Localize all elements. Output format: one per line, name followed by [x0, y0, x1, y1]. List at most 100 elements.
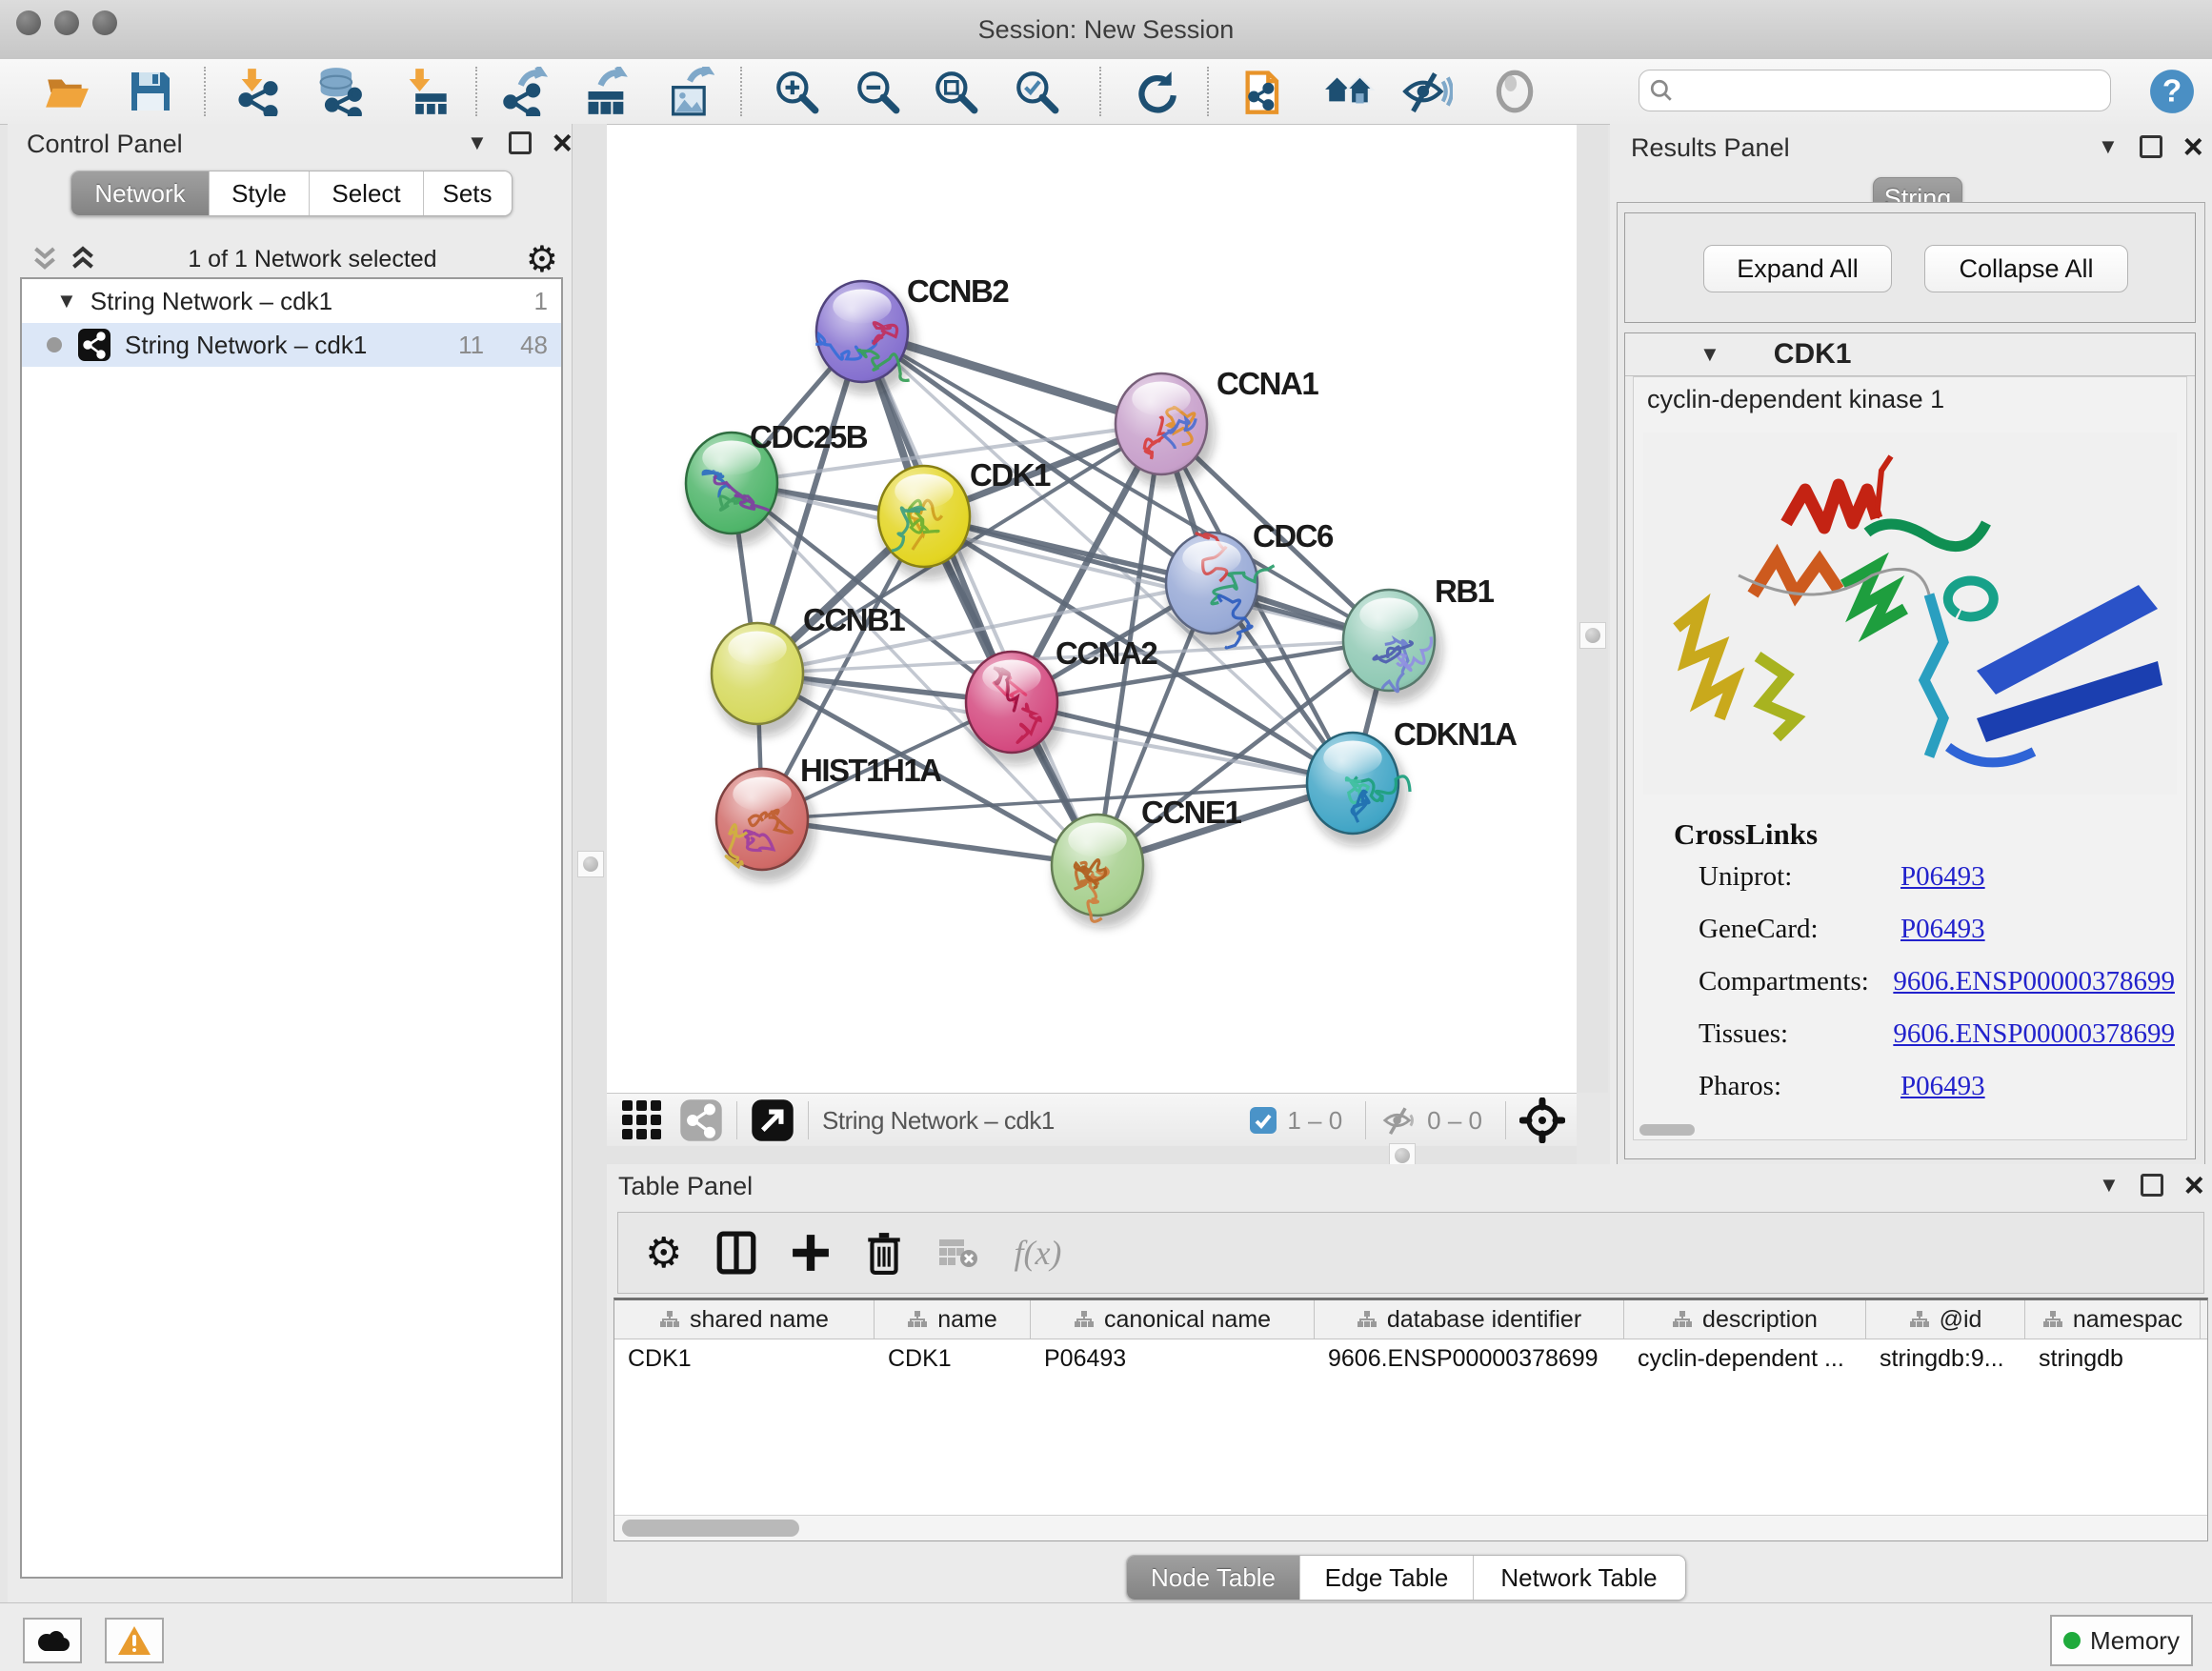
help-button[interactable]: ?	[2145, 65, 2199, 118]
toolbar-separator	[1099, 67, 1101, 116]
svg-text:?: ?	[2162, 73, 2182, 109]
tree-expander-icon[interactable]: ▼	[56, 291, 77, 312]
table-row[interactable]: CDK1CDK1P064939606.ENSP00000378699cyclin…	[614, 1339, 2207, 1378]
network-row-selected[interactable]: String Network – cdk1 11 48	[22, 323, 561, 367]
search-box	[1639, 70, 2111, 111]
float-panel-icon[interactable]	[2140, 135, 2162, 158]
export-network-button[interactable]	[498, 65, 552, 118]
column-type-icon	[1909, 1310, 1930, 1329]
gene-section: ▼ CDK1 cyclin-dependent kinase 1	[1624, 332, 2196, 1159]
document-share-button[interactable]	[1237, 65, 1291, 118]
node-label-HIST1H1A: HIST1H1A	[800, 753, 941, 788]
zoom-selected-icon	[1013, 68, 1060, 115]
trash-icon[interactable]	[865, 1231, 903, 1275]
column-header-@id[interactable]: @id	[1866, 1300, 2025, 1339]
collapse-panel-icon[interactable]: ▼	[2099, 1175, 2120, 1196]
column-header-description[interactable]: description	[1624, 1300, 1866, 1339]
right-divider[interactable]	[1577, 125, 1608, 1093]
section-expander-icon[interactable]: ▼	[1699, 344, 1720, 365]
horizontal-divider[interactable]	[607, 1146, 1577, 1164]
gene-section-header[interactable]: ▼ CDK1	[1625, 333, 2195, 376]
expand-all-button[interactable]: Expand All	[1703, 245, 1892, 292]
share-view-icon[interactable]	[679, 1098, 723, 1142]
gene-description: cyclin-dependent kinase 1	[1647, 385, 1944, 414]
hidden-count: 0 – 0	[1427, 1106, 1482, 1136]
tab-network[interactable]: Network	[71, 171, 210, 215]
open-file-button[interactable]	[40, 65, 93, 118]
collapse-panel-icon[interactable]: ▼	[467, 132, 488, 153]
crosslink-compartments[interactable]: 9606.ENSP00000378699	[1893, 966, 2175, 997]
crosslink-genecard[interactable]: P06493	[1900, 914, 1985, 945]
table-panel: Table Panel ▼ × ⚙ f(x) shared	[607, 1164, 2212, 1602]
add-icon[interactable]	[791, 1233, 831, 1273]
table-hscroll-thumb[interactable]	[622, 1520, 799, 1537]
grid-view-icon[interactable]	[620, 1098, 664, 1142]
right-divider-handle[interactable]	[1579, 622, 1606, 649]
cloud-status-button[interactable]	[23, 1618, 82, 1663]
network-collection-row[interactable]: ▼ String Network – cdk1 1	[22, 279, 561, 323]
column-header-name[interactable]: name	[875, 1300, 1031, 1339]
collapse-all-button[interactable]: Collapse All	[1924, 245, 2128, 292]
column-header-namespac[interactable]: namespac	[2025, 1300, 2201, 1339]
table-cell: stringdb	[2025, 1345, 2201, 1373]
import-table-file-button[interactable]	[399, 65, 452, 118]
results-hscroll-thumb[interactable]	[1639, 1124, 1695, 1136]
save-session-button[interactable]	[124, 65, 177, 118]
window-title: Session: New Session	[0, 15, 2212, 45]
tab-style[interactable]: Style	[210, 171, 310, 215]
gear-icon[interactable]: ⚙	[526, 238, 558, 281]
tab-node-table[interactable]: Node Table	[1127, 1556, 1300, 1600]
crosslink-uniprot[interactable]: P06493	[1900, 861, 1985, 893]
search-input[interactable]	[1681, 76, 2101, 105]
houses-button[interactable]	[1322, 65, 1376, 118]
close-panel-icon[interactable]: ×	[2184, 1177, 2204, 1194]
expand-all-chevrons-icon[interactable]	[67, 245, 99, 273]
crosshair-icon[interactable]	[1519, 1097, 1565, 1143]
crosslink-pharos[interactable]: P06493	[1900, 1071, 1985, 1102]
import-network-file-button[interactable]	[231, 65, 285, 118]
memory-button[interactable]: Memory	[2050, 1615, 2193, 1666]
close-panel-icon[interactable]: ×	[553, 134, 573, 151]
eye-slash-icon	[1401, 68, 1453, 115]
tab-select[interactable]: Select	[310, 171, 424, 215]
import-network-database-button[interactable]	[312, 65, 365, 118]
column-header-canonical-name[interactable]: canonical name	[1031, 1300, 1315, 1339]
float-panel-icon[interactable]	[2141, 1174, 2163, 1197]
warning-status-button[interactable]	[105, 1618, 164, 1663]
network-canvas[interactable]: CCNB2CCNA1CDC25BCDK1CDC6RB1CCNB1CCNA2CDK…	[607, 125, 1577, 1093]
zoom-selected-button[interactable]	[1010, 65, 1063, 118]
column-header-label: namespac	[2073, 1306, 2182, 1334]
left-divider-handle[interactable]	[577, 851, 604, 877]
selected-checkbox-icon[interactable]	[1249, 1106, 1277, 1135]
table-export-icon	[582, 67, 632, 116]
open-in-new-icon[interactable]	[751, 1098, 794, 1142]
selected-count: 1 – 0	[1287, 1106, 1342, 1136]
zoom-in-button[interactable]	[770, 65, 823, 118]
float-panel-icon[interactable]	[509, 131, 532, 154]
node-label-CDC25B: CDC25B	[750, 419, 868, 454]
app-window: Session: New Session	[0, 0, 2212, 1671]
export-table-button[interactable]	[580, 65, 633, 118]
tab-edge-table[interactable]: Edge Table	[1300, 1556, 1474, 1600]
hidden-eye-icon	[1379, 1104, 1418, 1137]
show-all-button[interactable]	[1488, 65, 1541, 118]
zoom-fit-button[interactable]	[929, 65, 982, 118]
collapse-all-chevrons-icon[interactable]	[29, 245, 61, 273]
column-header-database-identifier[interactable]: database identifier	[1315, 1300, 1624, 1339]
export-image-button[interactable]	[663, 65, 716, 118]
tab-sets[interactable]: Sets	[424, 171, 511, 215]
hide-selected-button[interactable]	[1400, 65, 1454, 118]
column-header-shared-name[interactable]: shared name	[614, 1300, 875, 1339]
toolbar-separator	[204, 67, 206, 116]
close-panel-icon[interactable]: ×	[2183, 138, 2203, 155]
crosslink-tissues[interactable]: 9606.ENSP00000378699	[1893, 1018, 2175, 1050]
tab-network-table[interactable]: Network Table	[1474, 1556, 1684, 1600]
zoom-out-button[interactable]	[851, 65, 904, 118]
columns-icon[interactable]	[716, 1231, 756, 1275]
collapse-panel-icon[interactable]: ▼	[2098, 136, 2119, 157]
gear-icon[interactable]: ⚙	[645, 1229, 682, 1278]
zoom-fit-icon	[932, 68, 979, 115]
apply-layout-button[interactable]	[1129, 65, 1182, 118]
table-hscrollbar[interactable]	[614, 1515, 2207, 1540]
help-icon: ?	[2148, 68, 2196, 115]
